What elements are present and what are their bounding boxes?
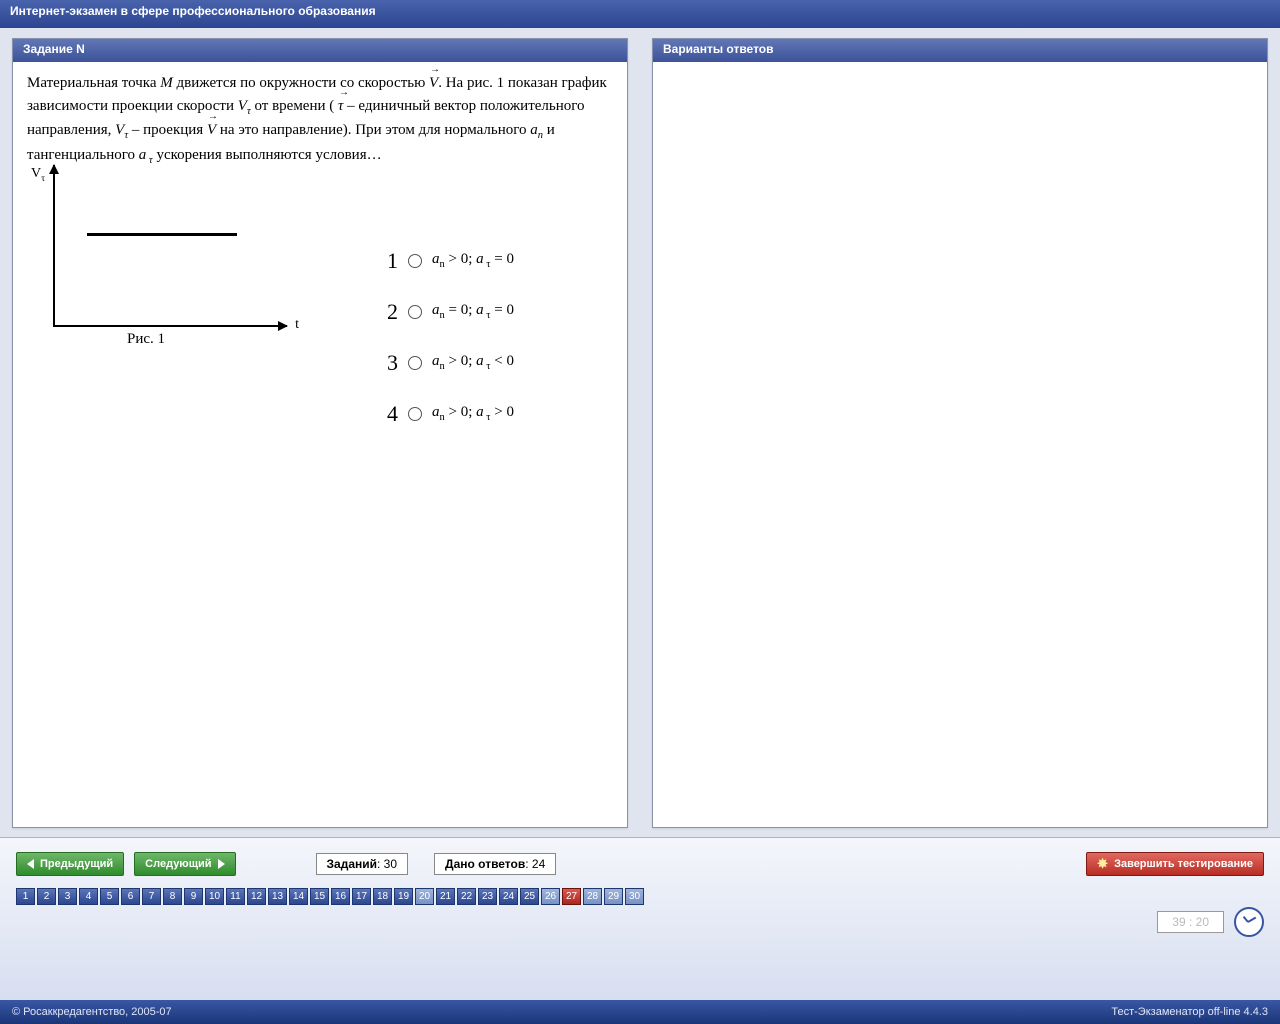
total-tasks: Заданий: 30 [316,853,409,875]
answer-number: 2 [380,295,398,328]
answer-label: an > 0; a τ > 0 [432,401,514,426]
answer-number: 1 [380,244,398,277]
finish-button[interactable]: ✸Завершить тестирование [1086,852,1264,876]
answers-panel-title: Варианты ответов [653,39,1267,62]
exit-icon: ✸ [1097,856,1108,872]
answer-label: an > 0; a τ < 0 [432,350,514,375]
answer-label: an = 0; a τ = 0 [432,299,514,324]
answer-option[interactable]: 4 an > 0; a τ > 0 [13,397,627,430]
next-button[interactable]: Следующий [134,852,235,876]
question-nav-21[interactable]: 21 [436,888,455,905]
timer-display: 39 : 20 [1157,911,1224,933]
question-nav-19[interactable]: 19 [394,888,413,905]
question-nav-3[interactable]: 3 [58,888,77,905]
question-nav-28[interactable]: 28 [583,888,602,905]
question-nav-22[interactable]: 22 [457,888,476,905]
question-nav-20[interactable]: 20 [415,888,434,905]
radio-icon[interactable] [408,356,422,370]
question-text: Материальная точка M движется по окружно… [27,72,613,169]
arrow-right-icon [218,859,225,869]
question-nav-9[interactable]: 9 [184,888,203,905]
prev-button[interactable]: Предыдущий [16,852,124,876]
question-nav-5[interactable]: 5 [100,888,119,905]
bottom-bar: Предыдущий Следующий Заданий: 30 Дано от… [0,837,1280,1000]
answer-number: 3 [380,346,398,379]
question-nav-13[interactable]: 13 [268,888,287,905]
answered-tasks: Дано ответов: 24 [434,853,556,875]
question-panel-title: Задание N [13,39,627,62]
question-nav-30[interactable]: 30 [625,888,644,905]
question-navigator: 1234567891011121314151617181920212223242… [0,884,1280,909]
question-nav-10[interactable]: 10 [205,888,224,905]
answer-label: an > 0; a τ = 0 [432,248,514,273]
question-nav-12[interactable]: 12 [247,888,266,905]
answers-list: 1 an > 0; a τ = 0 2 an = 0; a τ = 0 3 an > 0;… [13,226,627,448]
question-nav-7[interactable]: 7 [142,888,161,905]
question-nav-8[interactable]: 8 [163,888,182,905]
radio-icon[interactable] [408,254,422,268]
question-nav-11[interactable]: 11 [226,888,245,905]
answer-option[interactable]: 1 an > 0; a τ = 0 [13,244,627,277]
answer-option[interactable]: 2 an = 0; a τ = 0 [13,295,627,328]
question-nav-14[interactable]: 14 [289,888,308,905]
question-nav-6[interactable]: 6 [121,888,140,905]
question-nav-15[interactable]: 15 [310,888,329,905]
question-body: Материальная точка M движется по окружно… [13,62,627,827]
radio-icon[interactable] [408,407,422,421]
question-nav-26[interactable]: 26 [541,888,560,905]
question-nav-27[interactable]: 27 [562,888,581,905]
question-nav-24[interactable]: 24 [499,888,518,905]
answer-number: 4 [380,397,398,430]
question-panel: Задание N Материальная точка M движется … [12,38,628,828]
answer-option[interactable]: 3 an > 0; a τ < 0 [13,346,627,379]
question-nav-2[interactable]: 2 [37,888,56,905]
work-area: Задание N Материальная точка M движется … [0,28,1280,838]
footer: © Росаккредагентство, 2005-07 Тест-Экзам… [0,1000,1280,1024]
question-nav-25[interactable]: 25 [520,888,539,905]
question-nav-17[interactable]: 17 [352,888,371,905]
radio-icon[interactable] [408,305,422,319]
arrow-left-icon [27,859,34,869]
question-nav-23[interactable]: 23 [478,888,497,905]
question-nav-1[interactable]: 1 [16,888,35,905]
window-title: Интернет-экзамен в сфере профессионально… [0,0,1280,29]
question-nav-29[interactable]: 29 [604,888,623,905]
clock-icon [1234,907,1264,937]
copyright: © Росаккредагентство, 2005-07 [12,1006,172,1018]
question-nav-16[interactable]: 16 [331,888,350,905]
question-nav-18[interactable]: 18 [373,888,392,905]
version: Тест-Экзаменатор off-line 4.4.3 [1111,1006,1268,1018]
question-nav-4[interactable]: 4 [79,888,98,905]
